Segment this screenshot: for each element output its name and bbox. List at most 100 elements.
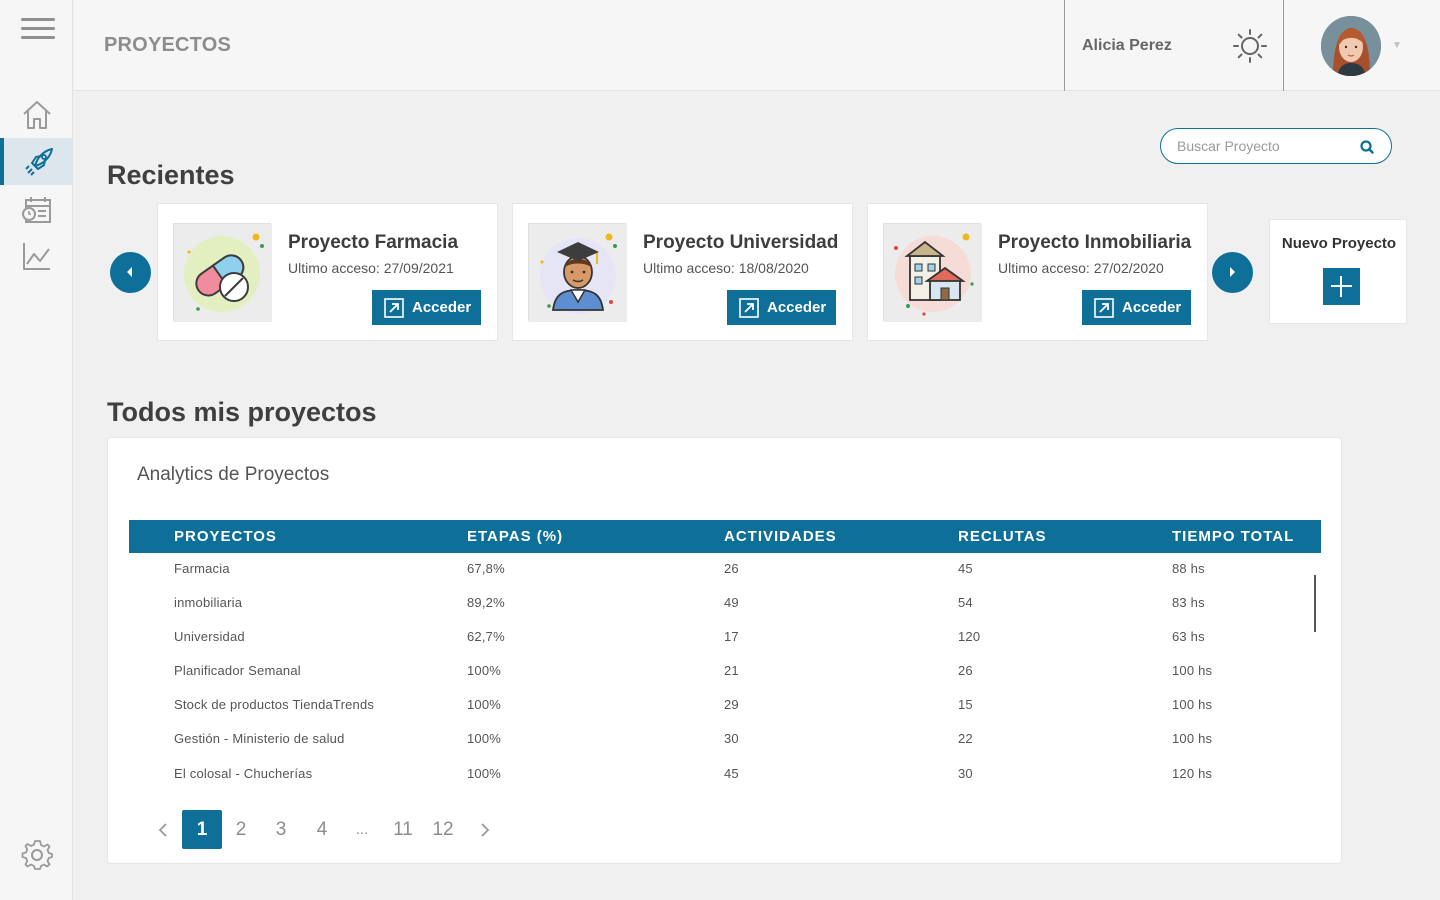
cell-stages: 89,2% xyxy=(467,595,505,610)
cell-stages: 100% xyxy=(467,697,502,712)
access-button[interactable]: Acceder xyxy=(727,290,836,325)
calendar-clock-icon xyxy=(21,196,51,223)
table-row[interactable]: Planificador Semanal 100% 21 26 100 hs xyxy=(129,656,1279,686)
cell-activities: 21 xyxy=(724,663,739,678)
table-row[interactable]: Gestión - Ministerio de salud 100% 30 22… xyxy=(129,724,1279,754)
cell-recruits: 30 xyxy=(958,766,973,781)
page-button[interactable]: 2 xyxy=(221,810,261,849)
chart-line-icon xyxy=(22,242,50,270)
nav-home[interactable] xyxy=(0,91,73,138)
cell-recruits: 15 xyxy=(958,697,973,712)
cell-project: inmobiliaria xyxy=(174,595,243,610)
nav-calendar[interactable] xyxy=(0,185,73,232)
column-header[interactable]: TIEMPO TOTAL xyxy=(1172,528,1294,545)
card-last-access: Ultimo acceso: 18/08/2020 xyxy=(643,260,809,276)
cell-recruits: 120 xyxy=(958,629,981,644)
new-project-card: Nuevo Proyecto xyxy=(1269,219,1407,324)
page-button[interactable]: 3 xyxy=(261,810,301,849)
card-last-access: Ultimo acceso: 27/02/2020 xyxy=(998,260,1164,276)
carousel-next-button[interactable] xyxy=(1212,252,1253,293)
cell-project: Gestión - Ministerio de salud xyxy=(174,731,345,746)
cell-stages: 100% xyxy=(467,731,502,746)
user-name[interactable]: Alicia Perez xyxy=(1082,37,1172,55)
column-header[interactable]: ETAPAS (%) xyxy=(467,528,563,545)
access-button-label: Acceder xyxy=(1122,299,1182,316)
cell-stages: 100% xyxy=(467,663,502,678)
avatar[interactable] xyxy=(1321,16,1381,76)
header-divider xyxy=(1064,0,1065,91)
table-row[interactable]: inmobiliaria 89,2% 49 54 83 hs xyxy=(129,588,1279,618)
table-row[interactable]: Stock de productos TiendaTrends 100% 29 … xyxy=(129,690,1279,720)
access-button[interactable]: Acceder xyxy=(372,290,481,325)
nav-analytics[interactable] xyxy=(0,232,73,279)
page-button[interactable]: 12 xyxy=(423,810,463,849)
table-scrollbar[interactable] xyxy=(1314,575,1316,632)
carousel-prev-button[interactable] xyxy=(110,252,151,293)
page-button[interactable]: 11 xyxy=(383,810,423,849)
cell-total-time: 63 hs xyxy=(1172,629,1205,644)
analytics-panel: Analytics de Proyectos PROYECTOS ETAPAS … xyxy=(107,437,1342,864)
buildings-icon xyxy=(883,223,982,322)
caret-right-icon xyxy=(1230,267,1235,277)
cell-activities: 26 xyxy=(724,561,739,576)
panel-title: Analytics de Proyectos xyxy=(137,464,330,485)
external-link-icon xyxy=(384,297,404,318)
chevron-left-icon[interactable] xyxy=(156,822,170,838)
header-divider xyxy=(1283,0,1284,91)
cell-activities: 30 xyxy=(724,731,739,746)
column-header[interactable]: RECLUTAS xyxy=(958,528,1047,545)
new-project-label: Nuevo Proyecto xyxy=(1281,235,1397,252)
page-title: PROYECTOS xyxy=(104,34,232,56)
cell-project: Stock de productos TiendaTrends xyxy=(174,697,375,712)
sun-icon[interactable] xyxy=(1232,28,1268,64)
search-icon[interactable] xyxy=(1358,138,1376,156)
all-projects-title: Todos mis proyectos xyxy=(107,397,377,427)
access-button-label: Acceder xyxy=(412,299,472,316)
cell-recruits: 54 xyxy=(958,595,973,610)
graduate-icon xyxy=(528,223,627,322)
nav-projects[interactable] xyxy=(0,138,73,185)
page-button[interactable]: 1 xyxy=(182,810,222,849)
recent-project-card[interactable]: Proyecto Farmacia Ultimo acceso: 27/09/2… xyxy=(157,203,498,341)
column-header[interactable]: PROYECTOS xyxy=(174,528,277,545)
chevron-right-icon[interactable] xyxy=(478,822,492,838)
menu-icon[interactable] xyxy=(21,18,55,40)
recent-project-card[interactable]: Proyecto Universidad Ultimo acceso: 18/0… xyxy=(512,203,853,341)
add-project-button[interactable] xyxy=(1323,268,1360,305)
top-header: PROYECTOS Alicia Perez ▼ xyxy=(74,0,1440,91)
cell-stages: 100% xyxy=(467,766,502,781)
cell-activities: 49 xyxy=(724,595,739,610)
cell-project: Planificador Semanal xyxy=(174,663,301,678)
cell-total-time: 100 hs xyxy=(1172,663,1213,678)
search-input[interactable] xyxy=(1177,136,1347,156)
external-link-icon xyxy=(1094,297,1114,318)
cell-total-time: 88 hs xyxy=(1172,561,1205,576)
cell-activities: 45 xyxy=(724,766,739,781)
cell-project: Universidad xyxy=(174,629,245,644)
card-last-access: Ultimo acceso: 27/09/2021 xyxy=(288,260,454,276)
cell-total-time: 83 hs xyxy=(1172,595,1205,610)
page-button[interactable]: 4 xyxy=(302,810,342,849)
sidebar xyxy=(0,0,73,900)
table-row[interactable]: Farmacia 67,8% 26 45 88 hs xyxy=(129,554,1279,584)
cell-total-time: 100 hs xyxy=(1172,731,1213,746)
chevron-down-icon[interactable]: ▼ xyxy=(1392,40,1402,51)
table-row[interactable]: Universidad 62,7% 17 120 63 hs xyxy=(129,622,1279,652)
external-link-icon xyxy=(739,297,759,318)
card-title: Proyecto Universidad xyxy=(643,232,839,253)
cell-recruits: 22 xyxy=(958,731,973,746)
gear-icon[interactable] xyxy=(20,838,54,872)
search-box xyxy=(1160,128,1392,164)
rocket-icon xyxy=(24,147,53,176)
card-title: Proyecto Farmacia xyxy=(288,232,459,253)
column-header[interactable]: ACTIVIDADES xyxy=(724,528,837,545)
table-header: PROYECTOS ETAPAS (%) ACTIVIDADES RECLUTA… xyxy=(129,520,1321,553)
access-button[interactable]: Acceder xyxy=(1082,290,1191,325)
cell-activities: 17 xyxy=(724,629,739,644)
cell-project: Farmacia xyxy=(174,561,230,576)
cell-total-time: 100 hs xyxy=(1172,697,1213,712)
table-row[interactable]: El colosal - Chucherías 100% 45 30 120 h… xyxy=(129,759,1279,789)
pills-icon xyxy=(173,223,272,322)
recent-project-card[interactable]: Proyecto Inmobiliaria Ultimo acceso: 27/… xyxy=(867,203,1208,341)
access-button-label: Acceder xyxy=(767,299,827,316)
